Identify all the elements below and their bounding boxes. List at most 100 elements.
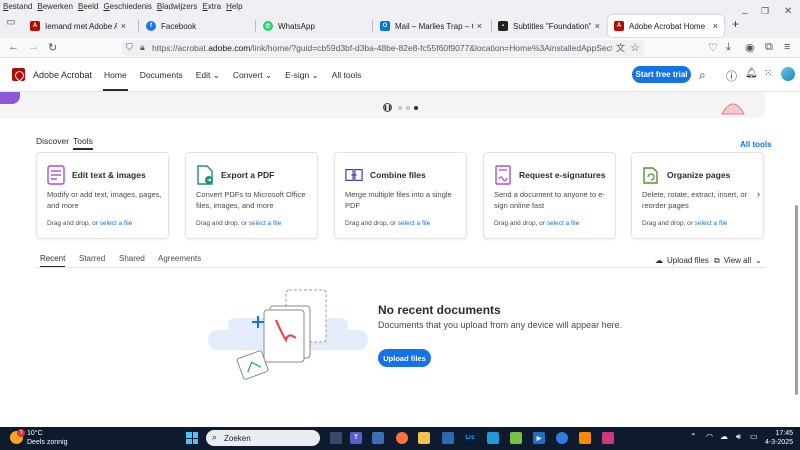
new-tab-icon[interactable]: +	[732, 17, 739, 31]
tab-tools[interactable]: Tools	[73, 136, 93, 150]
tab-starred[interactable]: Starred	[79, 254, 105, 263]
menu-bestand[interactable]: Bestand	[3, 2, 32, 11]
app-icon[interactable]	[442, 432, 454, 444]
windows-start-icon[interactable]	[186, 432, 198, 444]
forward-icon[interactable]: →	[28, 41, 39, 53]
chevron-right-icon[interactable]: ›	[757, 189, 760, 199]
app-icon[interactable]	[602, 432, 614, 444]
avatar[interactable]	[781, 67, 795, 81]
browser-tab[interactable]: f Facebook	[140, 15, 250, 37]
close-icon[interactable]: ×	[595, 21, 600, 31]
clock-time[interactable]: 17:45	[763, 430, 793, 437]
nav-convert[interactable]: Convert ⌄	[233, 70, 272, 81]
restore-icon[interactable]: ❐	[761, 6, 769, 17]
browser-tab[interactable]: ▪ Subtitles "Foundation" Preparin ×	[492, 15, 606, 37]
scrollbar-thumb[interactable]	[795, 205, 798, 395]
browser-tab-active[interactable]: A Adobe Acrobat Home ×	[608, 15, 724, 37]
browser-tab[interactable]: A Iemand met Adobe Acrobat? • ×	[24, 15, 132, 37]
teams-icon[interactable]: T	[350, 432, 362, 444]
tab-recent[interactable]: Recent	[40, 254, 66, 268]
app-name[interactable]: Adobe Acrobat	[33, 70, 92, 80]
menu-extra[interactable]: Extra	[202, 2, 221, 11]
lock-icon[interactable]: 🔒︎	[140, 42, 145, 53]
back-icon[interactable]: ←	[8, 41, 19, 53]
tab-list-icon[interactable]: ▭	[6, 17, 15, 28]
select-file-link[interactable]: select a file	[249, 220, 282, 227]
app-icon[interactable]: ▶	[533, 432, 545, 444]
nav-all-tools[interactable]: All tools	[332, 70, 362, 81]
taskbar-search[interactable]: ⌕ Zoeken	[206, 430, 320, 446]
network-icon[interactable]: ☁︎	[720, 432, 728, 441]
volume-icon[interactable]: 🔊︎	[736, 432, 741, 442]
app-icon[interactable]	[556, 432, 568, 444]
browser-tab[interactable]: ✆ WhatsApp	[257, 15, 367, 37]
wifi-icon[interactable]: ◠	[706, 432, 713, 441]
downloads-icon[interactable]: ⤓	[726, 41, 731, 54]
start-free-trial-button[interactable]: Start free trial	[632, 66, 691, 83]
menu-icon[interactable]: ≡	[784, 41, 790, 53]
tab-discover[interactable]: Discover	[36, 136, 69, 146]
clock-date[interactable]: 4-3-2025	[763, 439, 793, 446]
menu-bewerken[interactable]: Bewerken	[37, 2, 73, 11]
nav-esign[interactable]: E-sign ⌄	[285, 70, 319, 81]
shield-icon[interactable]: ⛉	[126, 42, 133, 53]
upload-files-button[interactable]: Upload files	[378, 349, 431, 367]
account-icon[interactable]: ◉	[745, 41, 755, 54]
folder-icon[interactable]	[418, 432, 430, 444]
url-text[interactable]: https://acrobat.adobe.com/link/home/?gui…	[152, 43, 612, 53]
help-icon[interactable]: ⓘ	[726, 68, 737, 84]
app-icon[interactable]	[510, 432, 522, 444]
battery-icon[interactable]: ▭	[750, 432, 758, 441]
firefox-icon[interactable]	[396, 432, 408, 444]
lightroom-icon[interactable]: Lrc	[464, 432, 476, 444]
chevron-up-icon[interactable]: ⌃	[690, 432, 697, 441]
select-file-link[interactable]: select a file	[695, 220, 728, 227]
app-icon[interactable]	[487, 432, 499, 444]
tab-shared[interactable]: Shared	[119, 254, 145, 263]
reload-icon[interactable]: ↻	[48, 41, 57, 54]
file-explorer-icon[interactable]	[372, 432, 384, 444]
tool-card-esign[interactable]: Request e-signatures Send a document to …	[483, 152, 616, 239]
vlc-icon[interactable]	[579, 432, 591, 444]
window-close-icon[interactable]: ✕	[784, 6, 792, 17]
translate-icon[interactable]: 文	[616, 41, 625, 54]
nav-documents[interactable]: Documents	[140, 70, 183, 81]
weather-temperature[interactable]: 10°C	[27, 430, 43, 437]
tool-card-combine[interactable]: Combine files Merge multiple files into …	[334, 152, 467, 239]
select-file-link[interactable]: select a file	[398, 220, 431, 227]
select-file-link[interactable]: select a file	[100, 220, 133, 227]
pause-icon[interactable]: ❚❚	[383, 103, 392, 112]
apps-grid-icon[interactable]: ⁙	[764, 68, 772, 79]
view-all-dropdown[interactable]: ⧉ View all ⌄	[714, 256, 762, 266]
close-icon[interactable]: ×	[477, 21, 482, 31]
bookmark-star-icon[interactable]: ☆	[630, 41, 640, 54]
upload-files-link[interactable]: ☁︎ Upload files	[655, 256, 709, 265]
close-icon[interactable]: ×	[713, 21, 718, 31]
url-bar[interactable]: ⛉ 🔒︎ https://acrobat.adobe.com/link/home…	[122, 40, 644, 56]
menu-bladwijzers[interactable]: Bladwijzers	[157, 2, 197, 11]
minimize-icon[interactable]: –	[742, 8, 748, 19]
tool-card-edit[interactable]: Edit text & images Modify or add text, i…	[36, 152, 169, 239]
extensions-icon[interactable]: ⧉	[765, 41, 773, 54]
pocket-icon[interactable]: ♡	[708, 41, 718, 54]
task-view-icon[interactable]	[330, 432, 342, 444]
select-file-link[interactable]: select a file	[547, 220, 580, 227]
acrobat-logo-icon[interactable]	[12, 68, 25, 81]
tab-agreements[interactable]: Agreements	[158, 254, 201, 263]
carousel-dot-active[interactable]	[414, 106, 418, 110]
all-tools-link[interactable]: All tools	[740, 140, 772, 149]
nav-home[interactable]: Home	[103, 70, 128, 91]
notifications-icon[interactable]: 🔔︎	[745, 68, 758, 79]
menu-beeld[interactable]: Beeld	[78, 2, 98, 11]
tool-card-export[interactable]: Export a PDF Convert PDFs to Microsoft O…	[185, 152, 318, 239]
menu-help[interactable]: Help	[226, 2, 242, 11]
browser-tab[interactable]: O Mail – Marlies Trap – Outlook ×	[374, 15, 488, 37]
menu-geschiedenis[interactable]: Geschiedenis	[103, 2, 151, 11]
carousel-dot[interactable]	[398, 106, 402, 110]
tool-card-organize[interactable]: Organize pages Delete, rotate, extract, …	[631, 152, 764, 239]
carousel-dot[interactable]	[406, 106, 410, 110]
nav-edit[interactable]: Edit ⌄	[196, 70, 220, 81]
search-icon[interactable]: ⌕	[699, 68, 706, 83]
close-icon[interactable]: ×	[121, 21, 126, 31]
weather-condition[interactable]: Deels zonnig	[27, 439, 67, 446]
